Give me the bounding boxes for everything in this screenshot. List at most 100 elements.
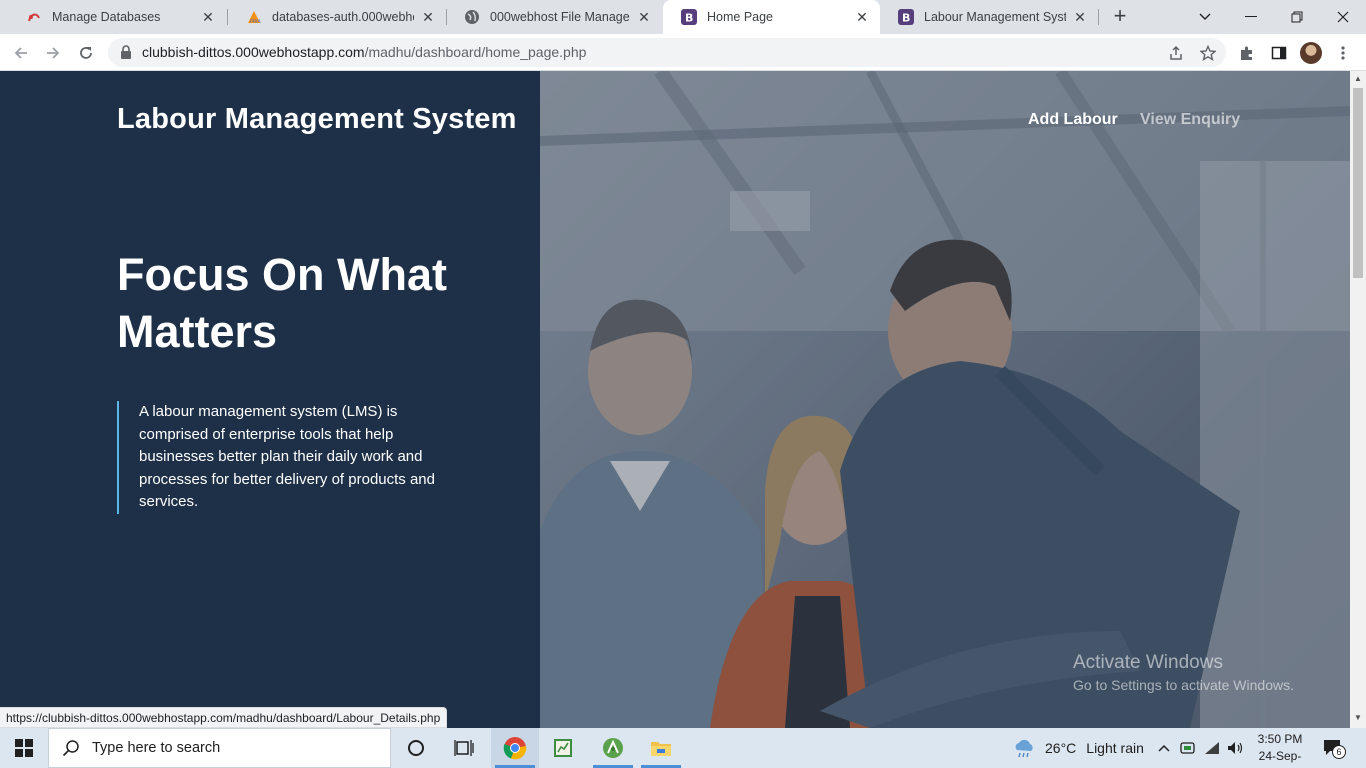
puzzle-icon (1241, 46, 1252, 60)
windows-taskbar: Type here to search 26°C Light rain 3:50… (0, 728, 1366, 768)
more-vertical-icon (1341, 46, 1345, 60)
tab-labour-management[interactable]: B Labour Management System ✕ (880, 0, 1098, 34)
tab-databases-auth[interactable]: PMA databases-auth.000webhost.a ✕ (228, 0, 446, 34)
activate-windows-subtitle: Go to Settings to activate Windows. (1073, 677, 1294, 693)
site-brand[interactable]: Labour Management System (117, 103, 517, 136)
task-view-button[interactable] (440, 728, 488, 768)
scroll-up-icon[interactable]: ▲ (1354, 75, 1362, 83)
restore-button[interactable] (1274, 0, 1320, 34)
bootstrap-icon: B (898, 9, 914, 25)
task-view-icon (454, 740, 474, 756)
svg-text:PMA: PMA (250, 19, 261, 25)
rain-cloud-icon (1015, 739, 1033, 758)
clock-date: 24-Sep-22 (1258, 749, 1302, 768)
start-button[interactable] (0, 728, 48, 768)
page-scrollbar[interactable]: ▲ ▼ (1350, 71, 1366, 728)
remote-db-icon (26, 9, 42, 25)
back-button[interactable] (8, 40, 34, 66)
browser-tab-strip: Manage Databases ✕ PMA databases-auth.00… (0, 0, 1366, 34)
tab-file-manager[interactable]: 000webhost File Manager ✕ (446, 0, 662, 34)
taskbar-chrome[interactable] (491, 728, 539, 768)
close-tab-icon[interactable]: ✕ (420, 9, 436, 26)
folder-icon (651, 742, 671, 756)
side-panel-button[interactable] (1268, 42, 1290, 64)
battery-saver-icon[interactable] (1180, 741, 1196, 755)
image-overlay (540, 71, 1350, 728)
cortana-circle-icon (408, 740, 424, 756)
tab-divider (1098, 9, 1099, 25)
weather-condition: Light rain (1086, 740, 1144, 756)
page-viewport: Labour Management System Add Labour View… (0, 71, 1350, 728)
hero-title: Focus On What Matters (117, 246, 517, 360)
browser-toolbar: clubbish-dittos.000webhostapp.com/madhu/… (0, 34, 1366, 71)
search-icon (62, 740, 79, 757)
reload-button[interactable] (73, 40, 99, 66)
close-tab-icon[interactable]: ✕ (854, 9, 870, 26)
hero-image (540, 71, 1350, 728)
scroll-down-icon[interactable]: ▼ (1354, 714, 1362, 722)
arrow-left-icon (14, 47, 27, 59)
volume-icon[interactable] (1227, 741, 1245, 755)
taskbar-file-explorer[interactable] (637, 728, 685, 768)
avatar (1300, 42, 1322, 64)
tab-home-page[interactable]: B Home Page ✕ (663, 0, 880, 34)
taskbar-notes-app[interactable] (539, 728, 587, 768)
hero-description: A labour management system (LMS) is comp… (117, 401, 462, 514)
url-text: clubbish-dittos.000webhostapp.com/madhu/… (142, 44, 586, 60)
notification-count-badge: 6 (1332, 745, 1346, 759)
reload-icon (80, 47, 92, 59)
profile-button[interactable] (1300, 42, 1322, 64)
search-placeholder: Type here to search (92, 740, 221, 756)
tab-title: Home Page (707, 10, 774, 24)
browser-menu-button[interactable] (1332, 42, 1354, 64)
tab-title: 000webhost File Manager (490, 10, 630, 24)
weather-temperature: 26°C (1045, 740, 1077, 756)
minimize-button[interactable] (1228, 0, 1274, 34)
notification-center-button[interactable]: 6 (1322, 728, 1346, 768)
chevron-down-icon (1199, 13, 1211, 20)
share-icon[interactable] (1167, 44, 1185, 62)
cortana-button[interactable] (392, 728, 440, 768)
tab-title: databases-auth.000webhost.a (272, 10, 414, 24)
bookmark-star-icon[interactable] (1199, 44, 1217, 62)
new-tab-button[interactable]: + (1108, 5, 1132, 29)
weather-widget[interactable]: 26°C Light rain (1012, 728, 1144, 768)
restore-icon (1291, 11, 1303, 23)
tab-manage-databases[interactable]: Manage Databases ✕ (8, 0, 226, 34)
scroll-thumb[interactable] (1353, 88, 1363, 278)
address-bar[interactable]: clubbish-dittos.000webhostapp.com/madhu/… (108, 38, 1226, 67)
wifi-icon[interactable] (1204, 741, 1220, 755)
taskbar-search[interactable]: Type here to search (48, 728, 391, 768)
activate-windows-title: Activate Windows (1073, 652, 1223, 673)
extensions-button[interactable] (1236, 42, 1258, 64)
tab-search-button[interactable] (1182, 0, 1228, 34)
bootstrap-icon: B (681, 9, 697, 25)
hero-title-line: Matters (117, 306, 278, 357)
forward-button[interactable] (40, 40, 66, 66)
tab-title: Labour Management System (924, 10, 1066, 24)
svg-text:B: B (685, 12, 693, 25)
phpmyadmin-icon: PMA (246, 9, 262, 25)
chevron-up-icon[interactable] (1157, 744, 1171, 752)
hero-text-panel (0, 71, 540, 728)
globe-icon (464, 9, 480, 25)
side-panel-icon (1271, 46, 1287, 60)
close-tab-icon[interactable]: ✕ (636, 9, 652, 26)
nav-add-labour[interactable]: Add Labour (1028, 111, 1118, 129)
tab-title: Manage Databases (52, 10, 161, 24)
nav-view-enquiry[interactable]: View Enquiry (1140, 111, 1240, 129)
close-tab-icon[interactable]: ✕ (200, 9, 216, 26)
svg-text:B: B (902, 12, 910, 25)
hero-title-line: Focus On What (117, 249, 447, 300)
taskbar-android-studio[interactable] (589, 728, 637, 768)
arrow-right-icon (47, 47, 60, 59)
taskbar-clock[interactable]: 3:50 PM 24-Sep-22 (1252, 731, 1308, 768)
lock-icon[interactable] (120, 45, 132, 64)
link-status-bubble: https://clubbish-dittos.000webhostapp.co… (0, 707, 448, 728)
close-icon (1337, 11, 1349, 23)
chrome-icon (503, 737, 527, 760)
close-window-button[interactable] (1320, 0, 1366, 34)
clock-time: 3:50 PM (1257, 732, 1303, 746)
android-studio-icon (603, 738, 623, 758)
close-tab-icon[interactable]: ✕ (1072, 9, 1088, 26)
